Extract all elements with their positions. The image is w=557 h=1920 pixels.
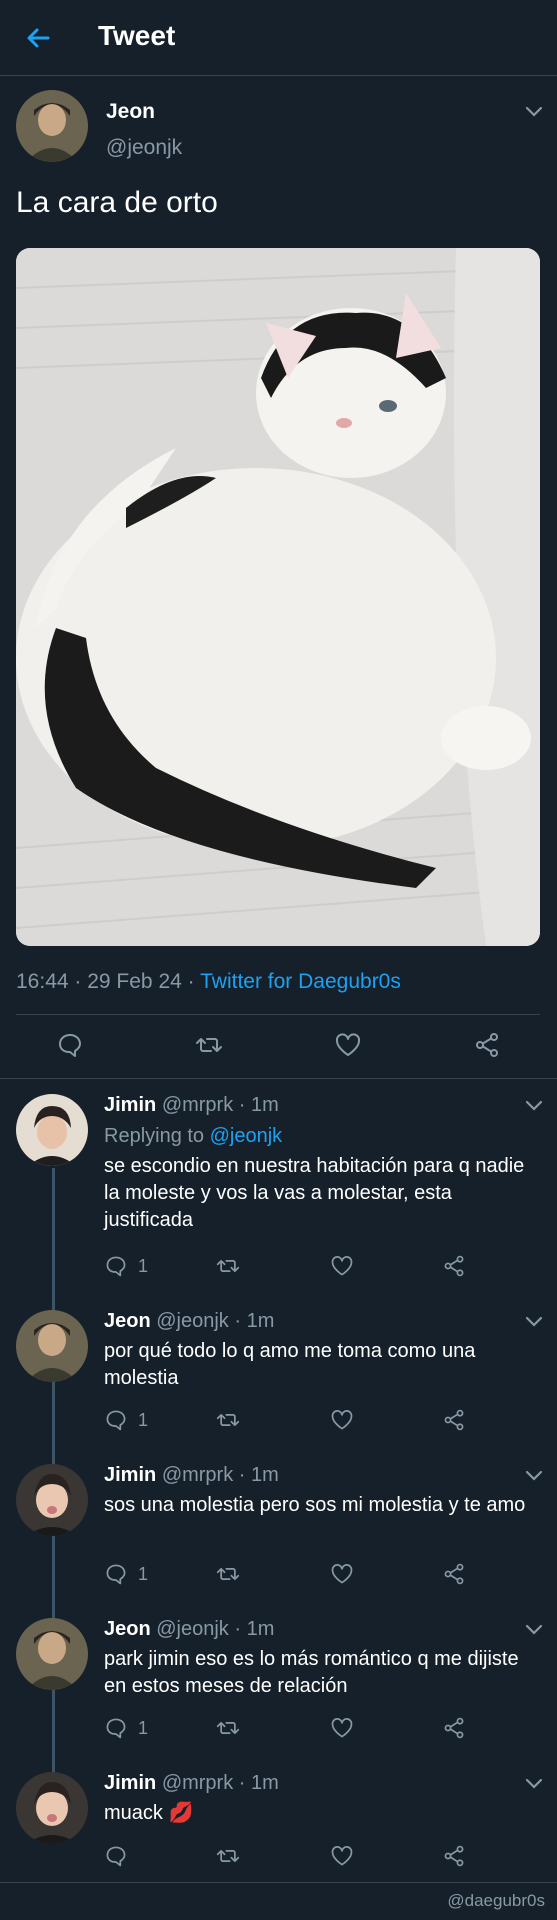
reply-count: 1 — [138, 1564, 149, 1584]
like-icon[interactable] — [334, 1031, 362, 1059]
tweet-source[interactable]: Twitter for Daegubr0s — [200, 970, 401, 993]
reply-icon[interactable] — [104, 1716, 128, 1740]
share-icon[interactable] — [442, 1562, 466, 1586]
reply-author-name[interactable]: Jimin — [104, 1094, 156, 1116]
reply-count: 1 — [138, 1718, 149, 1738]
share-icon[interactable] — [442, 1716, 466, 1740]
avatar[interactable] — [16, 1464, 88, 1536]
reply-author-handle[interactable]: @mrprk — [162, 1464, 233, 1486]
chevron-down-icon[interactable] — [525, 1624, 543, 1636]
divider — [0, 1078, 557, 1079]
tweet-photo[interactable] — [16, 248, 540, 946]
reply-icon[interactable] — [104, 1844, 128, 1868]
avatar[interactable] — [16, 1618, 88, 1690]
reply-time: 1m — [251, 1464, 279, 1486]
chevron-down-icon[interactable] — [525, 1316, 543, 1328]
retweet-icon[interactable] — [216, 1408, 240, 1432]
retweet-icon[interactable] — [216, 1562, 240, 1586]
reply-time: 1m — [246, 1310, 275, 1332]
divider — [16, 1014, 540, 1015]
reply-text: park jimin eso es lo más romántico q me … — [104, 1648, 519, 1697]
reply-text: se escondio en nuestra habitación para q… — [104, 1155, 525, 1231]
share-icon[interactable] — [442, 1844, 466, 1868]
reply-author-name[interactable]: Jimin — [104, 1772, 156, 1794]
reply-header: Jeon @jeonjk · 1m — [104, 1310, 275, 1332]
reply-author-handle[interactable]: @mrprk — [162, 1094, 233, 1116]
avatar[interactable] — [16, 90, 88, 162]
author-handle[interactable]: @jeonjk — [106, 136, 182, 160]
reply-header: Jimin @mrprk · 1m — [104, 1464, 279, 1486]
share-icon[interactable] — [473, 1031, 501, 1059]
like-icon[interactable] — [330, 1562, 354, 1586]
avatar[interactable] — [16, 1094, 88, 1166]
chevron-down-icon[interactable] — [525, 106, 543, 118]
chevron-down-icon[interactable] — [525, 1778, 543, 1790]
retweet-icon[interactable] — [216, 1716, 240, 1740]
reply-author-handle[interactable]: @jeonjk — [156, 1310, 229, 1332]
like-icon[interactable] — [330, 1716, 354, 1740]
reply-text: muack 💋 — [104, 1802, 194, 1824]
reply-icon[interactable] — [56, 1031, 84, 1059]
avatar[interactable] — [16, 1310, 88, 1382]
reply-icon[interactable] — [104, 1254, 128, 1278]
author-name[interactable]: Jeon — [106, 100, 155, 124]
reply-count: 1 — [138, 1256, 149, 1276]
chevron-down-icon[interactable] — [525, 1100, 543, 1112]
retweet-icon[interactable] — [216, 1844, 240, 1868]
retweet-icon[interactable] — [216, 1254, 240, 1278]
reply-time: 1m — [251, 1094, 279, 1116]
share-icon[interactable] — [442, 1254, 466, 1278]
thread-line — [52, 1168, 55, 1310]
divider — [0, 1882, 557, 1883]
avatar[interactable] — [16, 1772, 88, 1844]
reply-author-name[interactable]: Jimin — [104, 1464, 156, 1486]
reply-author-handle[interactable]: @mrprk — [162, 1772, 233, 1794]
reply-count: 1 — [138, 1410, 149, 1430]
back-button[interactable] — [22, 22, 54, 54]
chevron-down-icon[interactable] — [525, 1470, 543, 1482]
tweet-time: 16:44 — [16, 970, 69, 993]
tweet-date: 29 Feb 24 — [87, 970, 182, 993]
reply-icon[interactable] — [104, 1562, 128, 1586]
reply-header: Jeon @jeonjk · 1m — [104, 1618, 275, 1640]
like-icon[interactable] — [330, 1408, 354, 1432]
tweet-meta: 16:44 · 29 Feb 24 · Twitter for Daegubr0… — [16, 970, 401, 993]
reply-text: sos una molestia pero sos mi molestia y … — [104, 1494, 526, 1516]
tweet-text: La cara de orto — [16, 186, 218, 219]
reply-time: 1m — [246, 1618, 275, 1640]
cat-photo — [16, 248, 540, 946]
like-icon[interactable] — [330, 1844, 354, 1868]
replying-handle[interactable]: @jeonjk — [210, 1125, 283, 1147]
watermark: @daegubr0s — [447, 1891, 545, 1910]
reply-time: 1m — [251, 1772, 279, 1794]
replying-to: Replying to @jeonjk — [104, 1125, 282, 1148]
reply-icon[interactable] — [104, 1408, 128, 1432]
reply-text: por qué todo lo q amo me toma como una m… — [104, 1340, 476, 1389]
like-icon[interactable] — [330, 1254, 354, 1278]
top-bar: Tweet — [0, 0, 557, 76]
arrow-left-icon — [27, 28, 50, 48]
reply-header: Jimin @mrprk · 1m — [104, 1094, 279, 1116]
reply-author-name[interactable]: Jeon — [104, 1310, 151, 1332]
reply-author-name[interactable]: Jeon — [104, 1618, 151, 1640]
replying-label: Replying to — [104, 1125, 205, 1147]
retweet-icon[interactable] — [195, 1031, 223, 1059]
share-icon[interactable] — [442, 1408, 466, 1432]
reply-author-handle[interactable]: @jeonjk — [156, 1618, 229, 1640]
page-title: Tweet — [98, 20, 176, 51]
reply-header: Jimin @mrprk · 1m — [104, 1772, 279, 1794]
